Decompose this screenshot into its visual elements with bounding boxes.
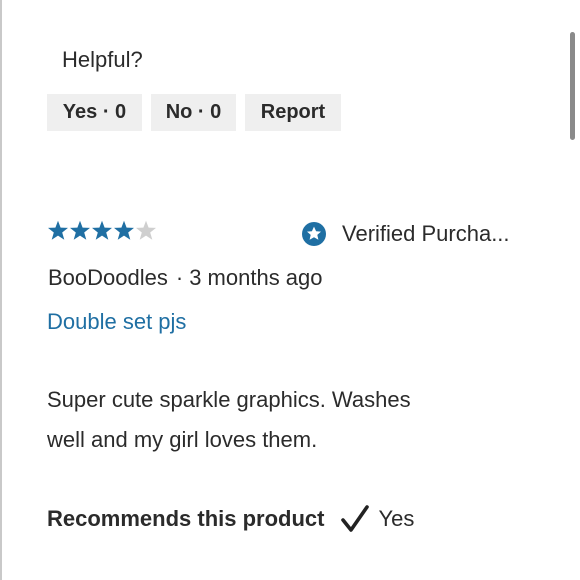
panel-border — [0, 0, 2, 580]
scrollbar-thumb[interactable] — [570, 32, 575, 140]
star-filled-icon — [92, 220, 112, 240]
verified-purchase-label: Verified Purcha... — [342, 221, 510, 246]
star-empty-icon — [136, 220, 156, 240]
meta-separator: · — [175, 265, 184, 290]
recommends-product: Recommends this product Yes — [47, 504, 414, 534]
review-meta: BooDoodles · 3 months ago — [48, 265, 323, 291]
review-time: 3 months ago — [189, 265, 323, 290]
recommends-label: Recommends this product — [47, 506, 325, 531]
star-filled-icon — [114, 220, 134, 240]
review-panel: Helpful? Yes · 0 No · 0 Report Verified … — [0, 0, 580, 580]
checkmark-icon — [341, 505, 370, 532]
review-author: BooDoodles — [48, 265, 168, 290]
report-button[interactable]: Report — [245, 94, 341, 131]
helpful-vote-row: Yes · 0 No · 0 Report — [47, 94, 341, 131]
review-body-line: well and my girl loves them. — [47, 427, 318, 452]
verified-badge-icon — [302, 222, 326, 246]
review-body-line: Super cute sparkle graphics. Washes — [47, 387, 411, 412]
recommends-value: Yes — [378, 506, 415, 531]
helpful-no-button[interactable]: No · 0 — [151, 94, 236, 131]
helpful-yes-button[interactable]: Yes · 0 — [47, 94, 142, 131]
star-rating — [47, 220, 157, 242]
helpful-label: Helpful? — [62, 47, 143, 72]
review-body: Super cute sparkle graphics. Washes well… — [47, 380, 487, 460]
star-filled-icon — [48, 220, 68, 240]
review-title: Double set pjs — [47, 309, 187, 334]
star-filled-icon — [70, 220, 90, 240]
verified-purchase: Verified Purcha... — [302, 221, 510, 247]
